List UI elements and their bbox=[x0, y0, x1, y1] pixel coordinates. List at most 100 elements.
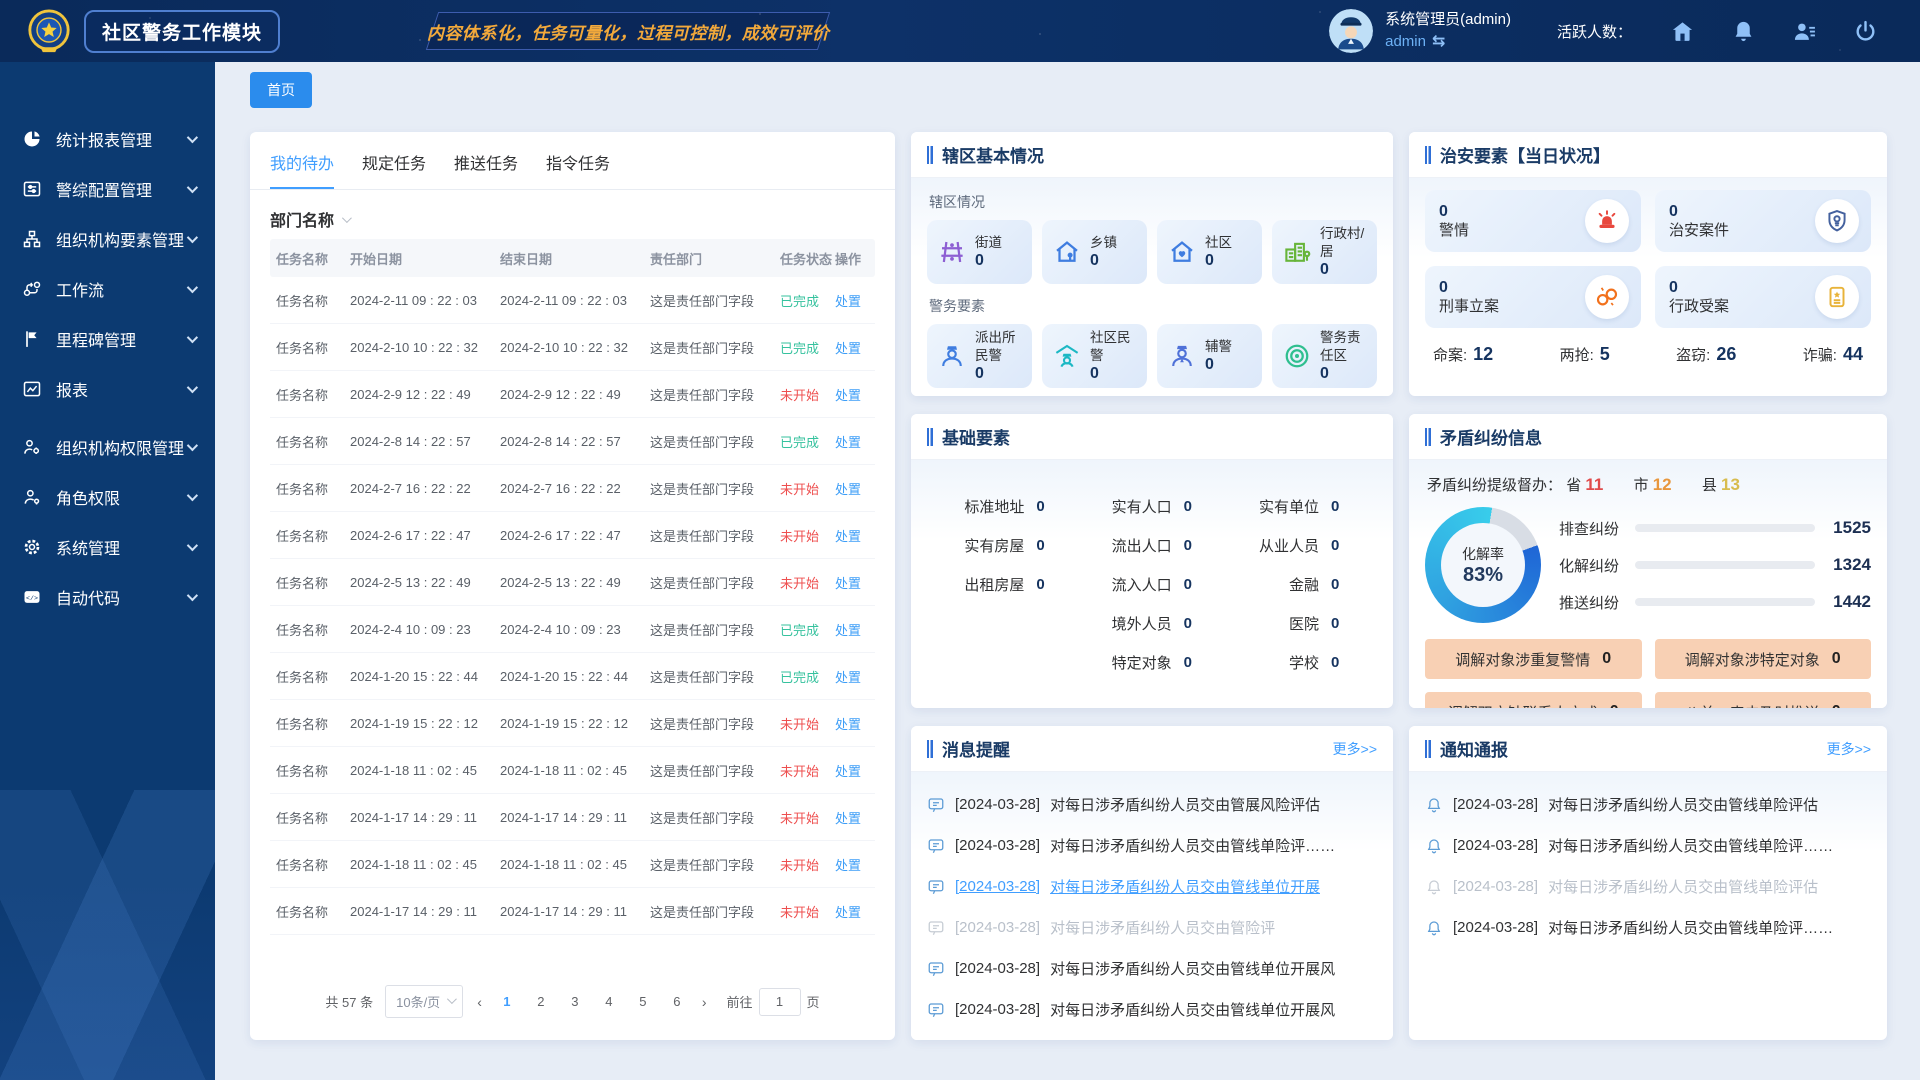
chevron-down-icon bbox=[187, 132, 198, 143]
user-name[interactable]: admin⇆ bbox=[1385, 31, 1511, 53]
kv-item: 实有单位0 bbox=[1226, 488, 1373, 525]
stat-tile-community-officer: 社区民警0 bbox=[1042, 324, 1147, 388]
dispute-action-button[interactable]: 八单一表未及时推送0 bbox=[1655, 692, 1872, 708]
home-icon[interactable] bbox=[1670, 19, 1695, 44]
task-table: 任务名称 开始日期 结束日期 责任部门 任务状态 操作 任务名称 2024-2-… bbox=[250, 239, 895, 935]
stat-tile-station-officer: 派出所民警0 bbox=[927, 324, 1032, 388]
sidebar-item-org-permission[interactable]: 组织机构权限管理 bbox=[0, 422, 215, 472]
message-item[interactable]: [2024-03-28] 对每日涉矛盾纠纷人员交由管线单位开展 bbox=[927, 866, 1377, 907]
table-row: 任务名称 2024-1-20 15 : 22 : 44 2024-1-20 15… bbox=[270, 653, 875, 700]
sidebar-item-police-config[interactable]: 警综配置管理 bbox=[0, 164, 215, 214]
handle-link[interactable]: 处置 bbox=[835, 573, 875, 592]
stat-tile-street: 街道0 bbox=[927, 220, 1032, 284]
status-badge: 已完成 bbox=[780, 620, 835, 639]
status-badge: 已完成 bbox=[780, 432, 835, 451]
top-icon-group bbox=[1670, 19, 1878, 44]
page-size-select[interactable]: 10条/页 bbox=[385, 985, 463, 1018]
panel-title: 通知通报 bbox=[1440, 736, 1508, 761]
active-users-label: 活跃人数： bbox=[1557, 21, 1632, 42]
message-item[interactable]: [2024-03-28] 对每日涉矛盾纠纷人员交由管线单位开展风 bbox=[927, 989, 1377, 1030]
tab-regular-tasks[interactable]: 规定任务 bbox=[362, 150, 426, 189]
sidebar-item-statistics[interactable]: 统计报表管理 bbox=[0, 114, 215, 164]
handle-link[interactable]: 处置 bbox=[835, 338, 875, 357]
table-row: 任务名称 2024-2-9 12 : 22 : 49 2024-2-9 12 :… bbox=[270, 371, 875, 418]
page-number[interactable]: 6 bbox=[666, 994, 688, 1009]
user-role: 系统管理员(admin) bbox=[1385, 11, 1511, 28]
sidebar-item-autocode[interactable]: </> 自动代码 bbox=[0, 572, 215, 622]
message-item[interactable]: [2024-03-28] 对每日涉矛盾纠纷人员交由管险评 bbox=[927, 907, 1377, 948]
status-badge: 未开始 bbox=[780, 808, 835, 827]
handle-link[interactable]: 处置 bbox=[835, 855, 875, 874]
notice-item[interactable]: [2024-03-28] 对每日涉矛盾纠纷人员交由管线单险评…… bbox=[1425, 825, 1871, 866]
street-grid-icon bbox=[937, 237, 967, 267]
handle-link[interactable]: 处置 bbox=[835, 479, 875, 498]
sidebar-item-workflow[interactable]: 工作流 bbox=[0, 264, 215, 314]
avatar[interactable] bbox=[1329, 9, 1373, 53]
next-page-button[interactable]: › bbox=[700, 994, 709, 1010]
message-bubble-icon bbox=[927, 919, 945, 937]
chevron-down-icon bbox=[187, 490, 198, 501]
handle-link[interactable]: 处置 bbox=[835, 432, 875, 451]
title-marker bbox=[1425, 740, 1431, 758]
message-panel: 消息提醒 更多>> [2024-03-28] 对每日涉矛盾纠纷人员交由管展风险评… bbox=[911, 726, 1393, 1040]
page-number[interactable]: 5 bbox=[632, 994, 654, 1009]
page-number[interactable]: 1 bbox=[496, 994, 518, 1009]
total-count: 共 57 条 bbox=[325, 992, 373, 1011]
kv-item: 医院0 bbox=[1226, 605, 1373, 642]
handle-link[interactable]: 处置 bbox=[835, 385, 875, 404]
notice-item[interactable]: [2024-03-28] 对每日涉矛盾纠纷人员交由管线单险评估 bbox=[1425, 784, 1871, 825]
slogan-text: 内容体系化，任务可量化，过程可控制，成效可评价 bbox=[427, 19, 830, 44]
panel-title: 消息提醒 bbox=[942, 736, 1010, 761]
police-officer-icon bbox=[937, 341, 967, 371]
message-item[interactable]: [2024-03-28] 对每日涉矛盾纠纷人员交由管线单位开展风 bbox=[927, 948, 1377, 989]
table-row: 任务名称 2024-2-6 17 : 22 : 47 2024-2-6 17 :… bbox=[270, 512, 875, 559]
app-title: 社区警务工作模块 bbox=[84, 10, 280, 53]
handle-link[interactable]: 处置 bbox=[835, 620, 875, 639]
handle-link[interactable]: 处置 bbox=[835, 714, 875, 733]
more-link[interactable]: 更多>> bbox=[1827, 739, 1871, 759]
district-panel: 辖区基本情况 辖区情况 街道0 乡镇0 bbox=[911, 132, 1393, 396]
kv-item: 境外人员0 bbox=[1078, 605, 1225, 642]
dept-filter[interactable]: 部门名称 bbox=[250, 190, 895, 239]
sidebar-item-org-elements[interactable]: 组织机构要素管理 bbox=[0, 214, 215, 264]
message-item[interactable]: [2024-03-28] 对每日涉矛盾纠纷人员交由管展风险评估 bbox=[927, 784, 1377, 825]
goto-page-input[interactable] bbox=[759, 988, 801, 1016]
handle-link[interactable]: 处置 bbox=[835, 761, 875, 780]
page-number[interactable]: 2 bbox=[530, 994, 552, 1009]
sidebar-item-role-permission[interactable]: 角色权限 bbox=[0, 472, 215, 522]
siren-icon bbox=[1585, 199, 1629, 243]
prev-page-button[interactable]: ‹ bbox=[475, 994, 484, 1010]
page-number[interactable]: 4 bbox=[598, 994, 620, 1009]
chevron-down-icon bbox=[187, 282, 198, 293]
sidebar-item-report[interactable]: 报表 bbox=[0, 364, 215, 414]
dispute-action-button[interactable]: 调解双方缺联系人方式0 bbox=[1425, 692, 1642, 708]
tab-my-todo[interactable]: 我的待办 bbox=[270, 150, 334, 189]
dispute-bar: 化解纠纷 1324 bbox=[1559, 555, 1871, 576]
status-badge: 已完成 bbox=[780, 338, 835, 357]
notice-item[interactable]: [2024-03-28] 对每日涉矛盾纠纷人员交由管线单险评估 bbox=[1425, 866, 1871, 907]
handle-link[interactable]: 处置 bbox=[835, 808, 875, 827]
tab-command-tasks[interactable]: 指令任务 bbox=[546, 150, 610, 189]
dispute-action-button[interactable]: 调解对象涉重复警情0 bbox=[1425, 639, 1642, 679]
village-buildings-icon bbox=[1282, 237, 1312, 267]
handle-link[interactable]: 处置 bbox=[835, 902, 875, 921]
handle-link[interactable]: 处置 bbox=[835, 526, 875, 545]
message-bubble-icon bbox=[927, 1001, 945, 1019]
tab-home[interactable]: 首页 bbox=[250, 72, 312, 108]
table-row: 任务名称 2024-1-19 15 : 22 : 12 2024-1-19 15… bbox=[270, 700, 875, 747]
config-list-icon bbox=[22, 179, 42, 199]
more-link[interactable]: 更多>> bbox=[1333, 739, 1377, 759]
message-item[interactable]: [2024-03-28] 对每日涉矛盾纠纷人员交由管线单险评…… bbox=[927, 825, 1377, 866]
handle-link[interactable]: 处置 bbox=[835, 667, 875, 686]
sidebar-item-milestone[interactable]: 里程碑管理 bbox=[0, 314, 215, 364]
bell-icon[interactable] bbox=[1731, 19, 1756, 44]
sidebar-item-system[interactable]: 系统管理 bbox=[0, 522, 215, 572]
handle-link[interactable]: 处置 bbox=[835, 291, 875, 310]
notice-item[interactable]: [2024-03-28] 对每日涉矛盾纠纷人员交由管线单险评…… bbox=[1425, 907, 1871, 948]
page-number[interactable]: 3 bbox=[564, 994, 586, 1009]
tab-pushed-tasks[interactable]: 推送任务 bbox=[454, 150, 518, 189]
contacts-icon[interactable] bbox=[1792, 19, 1817, 44]
switch-user-icon[interactable]: ⇆ bbox=[1432, 31, 1445, 53]
dispute-action-button[interactable]: 调解对象涉特定对象0 bbox=[1655, 639, 1872, 679]
power-icon[interactable] bbox=[1853, 19, 1878, 44]
